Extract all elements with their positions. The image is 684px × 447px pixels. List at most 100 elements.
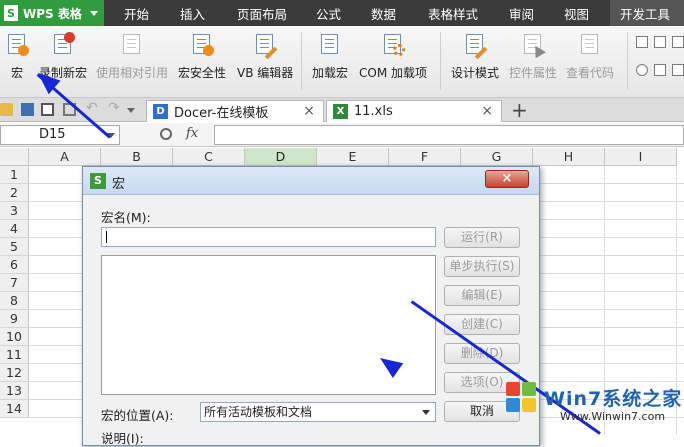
tab-home[interactable]: 开始 bbox=[124, 0, 149, 26]
row-header[interactable]: 10 bbox=[0, 328, 29, 346]
tab-developer-tools[interactable]: 开发工具 bbox=[610, 0, 684, 26]
close-icon[interactable]: × bbox=[303, 103, 315, 119]
vb-editor-button[interactable]: VB 编辑器 bbox=[237, 32, 293, 81]
close-icon[interactable]: × bbox=[485, 170, 529, 188]
ribbon-divider bbox=[301, 32, 302, 90]
column-header[interactable]: G bbox=[461, 148, 533, 166]
column-header[interactable]: D bbox=[245, 148, 317, 166]
tab-label: 11.xls bbox=[354, 104, 393, 119]
undo-icon[interactable]: ↶ bbox=[86, 101, 99, 116]
document-tab-bar: ↶ ↷ D Docer-在线模板 × X 11.xls × + bbox=[0, 98, 684, 122]
control-properties-button[interactable]: 控件属性 bbox=[509, 32, 557, 81]
load-macro-icon bbox=[318, 32, 342, 56]
macro-name-label: 宏名(M): bbox=[101, 210, 151, 225]
zoom-lookup-icon[interactable] bbox=[160, 128, 172, 140]
menu-bar: S WPS 表格 开始 插入 页面布局 公式 数据 表格样式 审阅 视图 开发工… bbox=[0, 0, 684, 26]
label-control-icon[interactable] bbox=[654, 36, 666, 48]
view-code-button[interactable]: 查看代码 bbox=[566, 32, 614, 81]
load-macro-button[interactable]: 加载宏 bbox=[312, 32, 348, 81]
column-header[interactable]: I bbox=[605, 148, 677, 166]
column-header[interactable]: B bbox=[101, 148, 173, 166]
column-header[interactable]: F bbox=[389, 148, 461, 166]
listbox-control-icon[interactable] bbox=[672, 64, 684, 76]
macro-list[interactable] bbox=[101, 255, 436, 395]
edit-button[interactable]: 编辑(E) bbox=[444, 285, 520, 306]
macro-security-button[interactable]: 宏安全性 bbox=[178, 32, 226, 81]
checkbox-control-icon[interactable] bbox=[636, 36, 648, 48]
design-mode-button[interactable]: 设计模式 bbox=[451, 32, 499, 81]
com-addin-icon bbox=[381, 32, 405, 56]
tab-docer-templates[interactable]: D Docer-在线模板 × bbox=[146, 100, 324, 122]
column-header[interactable]: C bbox=[173, 148, 245, 166]
chevron-down-icon bbox=[422, 410, 430, 415]
textbox-control-icon[interactable] bbox=[672, 36, 684, 48]
function-icon[interactable]: fx bbox=[186, 126, 198, 141]
app-menu-button[interactable]: S WPS 表格 bbox=[0, 0, 104, 26]
wps-logo-icon: S bbox=[90, 173, 106, 189]
run-button[interactable]: 运行(R) bbox=[444, 227, 520, 248]
app-name: WPS 表格 bbox=[23, 6, 82, 21]
row-header[interactable]: 3 bbox=[0, 202, 29, 220]
row-header[interactable]: 5 bbox=[0, 238, 29, 256]
description-label: 说明(I): bbox=[101, 431, 144, 446]
row-header[interactable]: 7 bbox=[0, 274, 29, 292]
row-header[interactable]: 9 bbox=[0, 310, 29, 328]
macro-button[interactable]: 宏 bbox=[5, 32, 29, 81]
spin-control-icon[interactable] bbox=[654, 64, 666, 76]
delete-button[interactable]: 删除(D) bbox=[444, 343, 520, 364]
open-folder-icon[interactable] bbox=[0, 103, 13, 116]
ribbon-divider bbox=[627, 32, 628, 90]
close-icon[interactable]: × bbox=[481, 103, 493, 119]
docer-icon: D bbox=[153, 104, 168, 119]
step-into-button[interactable]: 单步执行(S) bbox=[444, 256, 520, 277]
cell-reference: D15 bbox=[39, 127, 66, 142]
tab-view[interactable]: 视图 bbox=[564, 0, 589, 26]
row-header[interactable]: 4 bbox=[0, 220, 29, 238]
watermark: Win7系统之家 Www.Winwin7.com bbox=[500, 378, 684, 435]
new-tab-icon[interactable]: + bbox=[511, 98, 528, 122]
control-properties-icon bbox=[521, 32, 546, 59]
row-header[interactable]: 2 bbox=[0, 184, 29, 202]
row-header[interactable]: 12 bbox=[0, 364, 29, 382]
redo-icon[interactable]: ↷ bbox=[108, 101, 121, 116]
row-header[interactable]: 6 bbox=[0, 256, 29, 274]
com-addin-button[interactable]: COM 加载项 bbox=[359, 32, 427, 81]
tab-page-layout[interactable]: 页面布局 bbox=[237, 0, 287, 26]
relative-reference-button[interactable]: 使用相对引用 bbox=[96, 32, 168, 81]
tab-data[interactable]: 数据 bbox=[371, 0, 396, 26]
record-macro-icon bbox=[51, 32, 75, 56]
text-cursor bbox=[106, 231, 107, 243]
tab-11-xls[interactable]: X 11.xls × bbox=[326, 100, 502, 122]
relative-reference-icon bbox=[120, 32, 144, 56]
dialog-title-bar[interactable]: S 宏 × bbox=[83, 167, 539, 195]
macro-location-label: 宏的位置(A): bbox=[101, 408, 174, 423]
chevron-down-icon bbox=[89, 10, 98, 16]
tab-label: Docer-在线模板 bbox=[174, 106, 269, 121]
chevron-down-icon[interactable] bbox=[127, 108, 135, 113]
view-code-icon bbox=[578, 32, 602, 56]
macro-location-select[interactable]: 所有活动模板和文档 bbox=[200, 402, 436, 422]
tab-insert[interactable]: 插入 bbox=[180, 0, 205, 26]
save-icon[interactable] bbox=[21, 103, 34, 116]
tab-table-style[interactable]: 表格样式 bbox=[428, 0, 478, 26]
option-control-icon[interactable] bbox=[636, 64, 648, 76]
column-header[interactable]: H bbox=[533, 148, 605, 166]
tab-formulas[interactable]: 公式 bbox=[316, 0, 341, 26]
print-icon[interactable] bbox=[41, 103, 54, 116]
row-header[interactable]: 1 bbox=[0, 166, 29, 184]
row-header[interactable]: 13 bbox=[0, 382, 29, 400]
select-all-corner[interactable] bbox=[0, 148, 29, 166]
row-header[interactable]: 14 bbox=[0, 400, 29, 418]
design-mode-icon bbox=[463, 32, 488, 60]
macro-security-icon bbox=[190, 32, 214, 56]
watermark-brand: Win7系统之家 bbox=[544, 388, 683, 410]
row-header[interactable]: 11 bbox=[0, 346, 29, 364]
column-header[interactable]: E bbox=[317, 148, 389, 166]
tab-review[interactable]: 审阅 bbox=[509, 0, 534, 26]
macro-name-input[interactable] bbox=[101, 227, 436, 247]
macro-icon bbox=[5, 32, 29, 56]
formula-input[interactable] bbox=[214, 125, 684, 145]
dialog-title: 宏 bbox=[112, 177, 126, 192]
row-header[interactable]: 8 bbox=[0, 292, 29, 310]
column-header[interactable]: A bbox=[29, 148, 101, 166]
